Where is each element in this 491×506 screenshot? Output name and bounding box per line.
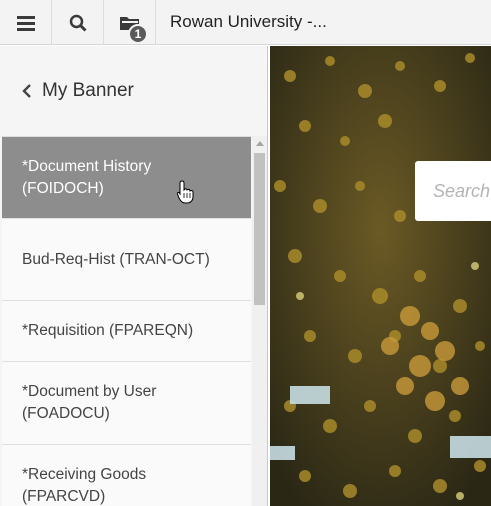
- scrollbar-thumb[interactable]: [254, 153, 265, 305]
- hamburger-icon: [16, 15, 35, 31]
- top-bar: Rowan University -... 1: [0, 0, 491, 45]
- chevron-left-icon: [22, 83, 32, 99]
- main-background: Search: [270, 46, 491, 506]
- sidebar-title: My Banner: [42, 80, 134, 101]
- sidebar-item-label: *Document by User (FOADOCU): [22, 383, 157, 422]
- sidebar-back-button[interactable]: My Banner: [0, 46, 267, 136]
- sidebar-item-document-history[interactable]: *Document History (FOIDOCH): [2, 137, 251, 219]
- search-input[interactable]: Search: [415, 161, 491, 221]
- menu-button[interactable]: [0, 0, 52, 45]
- sidebar-item-label: *Receiving Goods (FPARCVD): [22, 466, 147, 505]
- sidebar-item-label: *Requisition (FPAREQN): [22, 322, 194, 339]
- search-button[interactable]: [52, 0, 104, 45]
- page-title: Rowan University -...: [170, 12, 327, 31]
- sidebar-list: *Document History (FOIDOCH) Bud-Req-Hist…: [2, 136, 251, 506]
- sidebar-item-bud-req-hist[interactable]: Bud-Req-Hist (TRAN-OCT): [2, 219, 251, 301]
- scroll-up-arrow-icon[interactable]: [252, 136, 267, 150]
- notification-badge: 1: [128, 24, 148, 44]
- sidebar-scrollbar[interactable]: [252, 136, 267, 506]
- sidebar-item-receiving-goods[interactable]: *Receiving Goods (FPARCVD): [2, 445, 251, 506]
- sidebar-item-label: *Document History (FOIDOCH): [22, 157, 152, 197]
- search-icon: [69, 14, 87, 32]
- foliage-background-image: [270, 46, 491, 506]
- sidebar-item-document-by-user[interactable]: *Document by User (FOADOCU): [2, 362, 251, 445]
- sidebar-menu: My Banner *Document History (FOIDOCH) Bu…: [0, 46, 268, 506]
- hand-cursor-icon: [177, 180, 194, 204]
- sidebar-item-label: Bud-Req-Hist (TRAN-OCT): [22, 250, 210, 268]
- sidebar-item-requisition[interactable]: *Requisition (FPAREQN): [2, 301, 251, 362]
